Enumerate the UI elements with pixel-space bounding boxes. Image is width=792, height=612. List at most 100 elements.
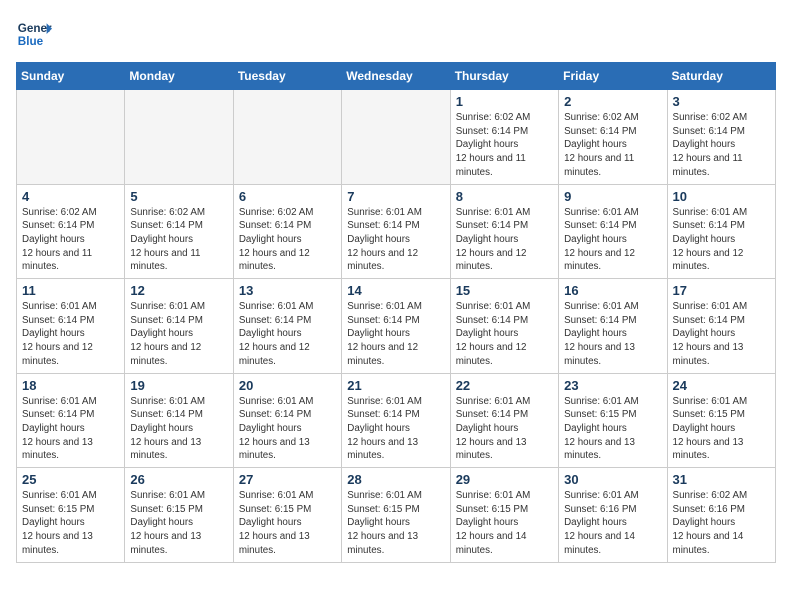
day-number: 31: [673, 472, 770, 487]
day-info: Sunrise: 6:01 AMSunset: 6:14 PMDaylight …: [456, 300, 553, 369]
calendar-day-cell: 19 Sunrise: 6:01 AMSunset: 6:14 PMDayligh…: [125, 373, 233, 468]
calendar-day-cell: 14 Sunrise: 6:01 AMSunset: 6:14 PMDayligh…: [342, 279, 450, 374]
day-info: Sunrise: 6:01 AMSunset: 6:15 PMDaylight …: [130, 489, 227, 558]
calendar-day-cell: 4Sunrise: 6:02 AMSunset: 6:14 PMDaylight…: [17, 184, 125, 279]
calendar-day-cell: 1 Sunrise: 6:02 AMSunset: 6:14 PMDaylight…: [450, 90, 558, 185]
calendar-body: 1 Sunrise: 6:02 AMSunset: 6:14 PMDaylight…: [17, 90, 776, 563]
calendar-day-cell: 5 Sunrise: 6:02 AMSunset: 6:14 PMDaylight…: [125, 184, 233, 279]
day-number: 25: [22, 472, 119, 487]
weekday-header-cell: Saturday: [667, 63, 775, 90]
day-number: 1: [456, 94, 553, 109]
calendar-day-cell: 25 Sunrise: 6:01 AMSunset: 6:15 PMDayligh…: [17, 468, 125, 563]
weekday-header-cell: Monday: [125, 63, 233, 90]
logo-icon: General Blue: [16, 16, 52, 52]
day-info: Sunrise: 6:02 AMSunset: 6:14 PMDaylight …: [673, 111, 770, 180]
calendar-day-cell: 6 Sunrise: 6:02 AMSunset: 6:14 PMDaylight…: [233, 184, 341, 279]
calendar-week-row: 25 Sunrise: 6:01 AMSunset: 6:15 PMDayligh…: [17, 468, 776, 563]
day-info: Sunrise: 6:02 AMSunset: 6:14 PMDaylight …: [456, 111, 553, 180]
day-info: Sunrise: 6:02 AMSunset: 6:16 PMDaylight …: [673, 489, 770, 558]
calendar-day-cell: 12 Sunrise: 6:01 AMSunset: 6:14 PMDayligh…: [125, 279, 233, 374]
day-info: Sunrise: 6:01 AMSunset: 6:14 PMDaylight …: [239, 300, 336, 369]
day-number: 16: [564, 283, 661, 298]
day-info: Sunrise: 6:01 AMSunset: 6:14 PMDaylight …: [130, 300, 227, 369]
calendar-day-cell: 9 Sunrise: 6:01 AMSunset: 6:14 PMDaylight…: [559, 184, 667, 279]
weekday-header-row: SundayMondayTuesdayWednesdayThursdayFrid…: [17, 63, 776, 90]
day-number: 23: [564, 378, 661, 393]
calendar-day-cell: 27 Sunrise: 6:01 AMSunset: 6:15 PMDayligh…: [233, 468, 341, 563]
calendar-day-cell: 2 Sunrise: 6:02 AMSunset: 6:14 PMDaylight…: [559, 90, 667, 185]
calendar-day-cell: [125, 90, 233, 185]
calendar-day-cell: [233, 90, 341, 185]
day-info: Sunrise: 6:01 AMSunset: 6:14 PMDaylight …: [239, 395, 336, 464]
day-number: 4: [22, 189, 119, 204]
calendar-day-cell: 10Sunrise: 6:01 AMSunset: 6:14 PMDayligh…: [667, 184, 775, 279]
day-number: 26: [130, 472, 227, 487]
calendar-day-cell: 18Sunrise: 6:01 AMSunset: 6:14 PMDayligh…: [17, 373, 125, 468]
day-number: 17: [673, 283, 770, 298]
calendar-day-cell: 13 Sunrise: 6:01 AMSunset: 6:14 PMDayligh…: [233, 279, 341, 374]
day-number: 22: [456, 378, 553, 393]
day-number: 30: [564, 472, 661, 487]
day-number: 6: [239, 189, 336, 204]
day-info: Sunrise: 6:01 AMSunset: 6:15 PMDaylight …: [456, 489, 553, 558]
calendar-day-cell: 17 Sunrise: 6:01 AMSunset: 6:14 PMDayligh…: [667, 279, 775, 374]
day-info: Sunrise: 6:01 AMSunset: 6:15 PMDaylight …: [673, 395, 770, 464]
day-info: Sunrise: 6:01 AMSunset: 6:15 PMDaylight …: [239, 489, 336, 558]
day-number: 9: [564, 189, 661, 204]
day-number: 7: [347, 189, 444, 204]
calendar-day-cell: [342, 90, 450, 185]
calendar-day-cell: 24 Sunrise: 6:01 AMSunset: 6:15 PMDayligh…: [667, 373, 775, 468]
logo: General Blue: [16, 16, 52, 52]
weekday-header-cell: Wednesday: [342, 63, 450, 90]
calendar-day-cell: 22Sunrise: 6:01 AMSunset: 6:14 PMDayligh…: [450, 373, 558, 468]
day-number: 13: [239, 283, 336, 298]
day-info: Sunrise: 6:01 AMSunset: 6:15 PMDaylight …: [564, 395, 661, 464]
day-info: Sunrise: 6:01 AMSunset: 6:14 PMDaylight …: [564, 300, 661, 369]
day-info: Sunrise: 6:01 AMSunset: 6:15 PMDaylight …: [347, 489, 444, 558]
day-number: 3: [673, 94, 770, 109]
day-number: 24: [673, 378, 770, 393]
day-info: Sunrise: 6:02 AMSunset: 6:14 PMDaylight …: [239, 206, 336, 275]
calendar-day-cell: 15Sunrise: 6:01 AMSunset: 6:14 PMDayligh…: [450, 279, 558, 374]
day-info: Sunrise: 6:02 AMSunset: 6:14 PMDaylight …: [564, 111, 661, 180]
day-number: 2: [564, 94, 661, 109]
day-number: 14: [347, 283, 444, 298]
svg-text:Blue: Blue: [18, 35, 44, 48]
day-info: Sunrise: 6:01 AMSunset: 6:16 PMDaylight …: [564, 489, 661, 558]
day-number: 21: [347, 378, 444, 393]
calendar-week-row: 4 Sunrise: 6:02 AMSunset: 6:14 PMDaylight…: [17, 184, 776, 279]
calendar-day-cell: 3 Sunrise: 6:02 AMSunset: 6:14 PMDaylight…: [667, 90, 775, 185]
day-number: 12: [130, 283, 227, 298]
calendar-day-cell: 20Sunrise: 6:01 AMSunset: 6:14 PMDayligh…: [233, 373, 341, 468]
day-number: 29: [456, 472, 553, 487]
calendar-week-row: 18 Sunrise: 6:01 AMSunset: 6:14 PMDayligh…: [17, 373, 776, 468]
calendar-week-row: 1 Sunrise: 6:02 AMSunset: 6:14 PMDaylight…: [17, 90, 776, 185]
day-info: Sunrise: 6:01 AMSunset: 6:14 PMDaylight …: [22, 300, 119, 369]
day-info: Sunrise: 6:01 AMSunset: 6:14 PMDaylight …: [130, 395, 227, 464]
day-info: Sunrise: 6:02 AMSunset: 6:14 PMDaylight …: [130, 206, 227, 275]
calendar-table: SundayMondayTuesdayWednesdayThursdayFrid…: [16, 62, 776, 563]
day-info: Sunrise: 6:01 AMSunset: 6:14 PMDaylight …: [347, 395, 444, 464]
day-info: Sunrise: 6:01 AMSunset: 6:14 PMDaylight …: [673, 300, 770, 369]
calendar-day-cell: 8Sunrise: 6:01 AMSunset: 6:14 PMDaylight…: [450, 184, 558, 279]
calendar-day-cell: 29 Sunrise: 6:01 AMSunset: 6:15 PMDayligh…: [450, 468, 558, 563]
day-number: 18: [22, 378, 119, 393]
weekday-header-cell: Tuesday: [233, 63, 341, 90]
day-number: 19: [130, 378, 227, 393]
day-info: Sunrise: 6:01 AMSunset: 6:14 PMDaylight …: [564, 206, 661, 275]
header: General Blue: [16, 16, 776, 52]
day-number: 5: [130, 189, 227, 204]
day-number: 8: [456, 189, 553, 204]
calendar-day-cell: 11 Sunrise: 6:01 AMSunset: 6:14 PMDayligh…: [17, 279, 125, 374]
day-info: Sunrise: 6:01 AMSunset: 6:14 PMDaylight …: [347, 300, 444, 369]
day-number: 11: [22, 283, 119, 298]
calendar-day-cell: 23 Sunrise: 6:01 AMSunset: 6:15 PMDayligh…: [559, 373, 667, 468]
day-info: Sunrise: 6:01 AMSunset: 6:14 PMDaylight …: [673, 206, 770, 275]
calendar-day-cell: 26 Sunrise: 6:01 AMSunset: 6:15 PMDayligh…: [125, 468, 233, 563]
weekday-header-cell: Friday: [559, 63, 667, 90]
day-number: 27: [239, 472, 336, 487]
day-info: Sunrise: 6:01 AMSunset: 6:14 PMDaylight …: [347, 206, 444, 275]
calendar-day-cell: 31 Sunrise: 6:02 AMSunset: 6:16 PMDayligh…: [667, 468, 775, 563]
day-info: Sunrise: 6:01 AMSunset: 6:15 PMDaylight …: [22, 489, 119, 558]
calendar-day-cell: [17, 90, 125, 185]
